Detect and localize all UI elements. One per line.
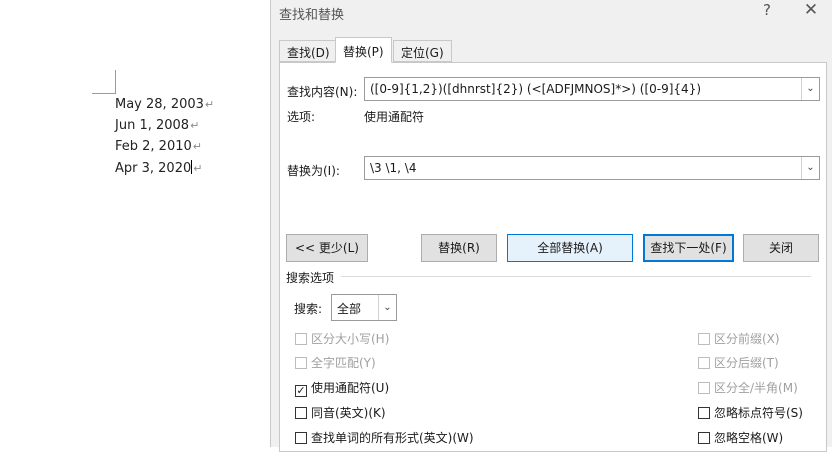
paragraph-mark: ↵ [192, 140, 202, 153]
checkbox-label: 区分大小写(H) [311, 332, 390, 346]
doc-line-2[interactable]: Jun 1, 2008↵ [115, 118, 199, 133]
checkbox-box[interactable] [295, 432, 307, 444]
tab-replace[interactable]: 替换(P) [335, 37, 392, 63]
checkbox-left-2: 全字匹配(Y) [295, 354, 376, 371]
doc-line-4[interactable]: Apr 3, 2020 ↵ [115, 160, 202, 176]
checkbox-box [698, 382, 710, 394]
chevron-down-icon[interactable]: ⌄ [378, 295, 396, 320]
find-next-button[interactable]: 查找下一处(F) [643, 234, 734, 262]
paragraph-mark: ↵ [204, 98, 215, 111]
chevron-down-icon[interactable]: ⌄ [801, 157, 819, 179]
divider [341, 276, 811, 277]
checkbox-label: 使用通配符(U) [311, 381, 390, 395]
checkbox-box[interactable] [698, 407, 710, 419]
find-replace-dialog: 查找和替换 ? ✕ 查找(D) 替换(P) 定位(G) 查找内容(N): ([0… [270, 0, 832, 452]
doc-line-1[interactable]: May 28, 2003↵ [115, 97, 214, 112]
margin-corner-mark [92, 70, 116, 94]
checkbox-left-1: 区分大小写(H) [295, 330, 389, 347]
dialog-title: 查找和替换 [279, 8, 345, 23]
checkbox-left-5[interactable]: 查找单词的所有形式(英文)(W) [295, 429, 474, 446]
replace-button[interactable]: 替换(R) [421, 234, 497, 262]
checkbox-box [295, 333, 307, 345]
document-area[interactable]: May 28, 2003↵ Jun 1, 2008↵ Feb 2, 2010↵ … [0, 0, 270, 447]
tab-goto[interactable]: 定位(G) [393, 40, 452, 62]
close-icon[interactable]: ✕ [799, 0, 823, 20]
less-button[interactable]: << 更少(L) [286, 234, 368, 262]
search-direction-value: 全部 [337, 302, 362, 316]
doc-line-3[interactable]: Feb 2, 2010↵ [115, 139, 202, 154]
checkbox-left-4[interactable]: 同音(英文)(K) [295, 404, 386, 421]
checkbox-label: 区分全/半角(M) [714, 381, 798, 395]
checkbox-box [295, 357, 307, 369]
checkbox-right-2: 区分后缀(T) [698, 354, 779, 371]
checkbox-label: 忽略空格(W) [714, 431, 784, 445]
checkbox-box[interactable] [295, 407, 307, 419]
checkbox-right-5[interactable]: 忽略空格(W) [698, 429, 783, 446]
checkbox-label: 忽略标点符号(S) [714, 406, 803, 420]
replace-input[interactable]: \3 \1, \4 ⌄ [364, 156, 820, 180]
options-label: 选项: [287, 110, 316, 124]
check-icon[interactable]: ✓ [295, 385, 307, 397]
tab-find[interactable]: 查找(D) [279, 40, 338, 62]
checkbox-label: 全字匹配(Y) [311, 356, 376, 370]
search-direction-label: 搜索: [294, 302, 323, 316]
checkbox-box [698, 357, 710, 369]
search-options-title: 搜索选项 [286, 271, 335, 285]
paragraph-mark: ↵ [190, 119, 200, 132]
options-value: 使用通配符 [364, 110, 425, 124]
replace-all-button[interactable]: 全部替换(A) [507, 234, 633, 262]
find-input-value: ([0-9]{1,2})([dhnrst]{2}) (<[ADFJMNOS]*>… [370, 82, 702, 96]
find-label: 查找内容(N): [287, 85, 358, 99]
help-button[interactable]: ? [755, 1, 779, 19]
close-button[interactable]: 关闭 [743, 234, 819, 262]
search-direction-select[interactable]: 全部 ⌄ [331, 294, 397, 321]
replace-label: 替换为(I): [287, 164, 340, 178]
checkbox-label: 区分前缀(X) [714, 332, 780, 346]
checkbox-label: 区分后缀(T) [714, 356, 779, 370]
checkbox-label: 同音(英文)(K) [311, 406, 386, 420]
checkbox-right-1: 区分前缀(X) [698, 330, 780, 347]
checkbox-box [698, 333, 710, 345]
checkbox-box[interactable] [698, 432, 710, 444]
checkbox-left-3[interactable]: ✓ 使用通配符(U) [295, 379, 389, 397]
checkbox-right-4[interactable]: 忽略标点符号(S) [698, 404, 803, 421]
find-input[interactable]: ([0-9]{1,2})([dhnrst]{2}) (<[ADFJMNOS]*>… [364, 77, 820, 101]
checkbox-right-3: 区分全/半角(M) [698, 379, 798, 396]
chevron-down-icon[interactable]: ⌄ [801, 78, 819, 100]
paragraph-mark: ↵ [193, 162, 203, 175]
checkbox-label: 查找单词的所有形式(英文)(W) [311, 431, 474, 445]
replace-input-value: \3 \1, \4 [370, 161, 417, 175]
